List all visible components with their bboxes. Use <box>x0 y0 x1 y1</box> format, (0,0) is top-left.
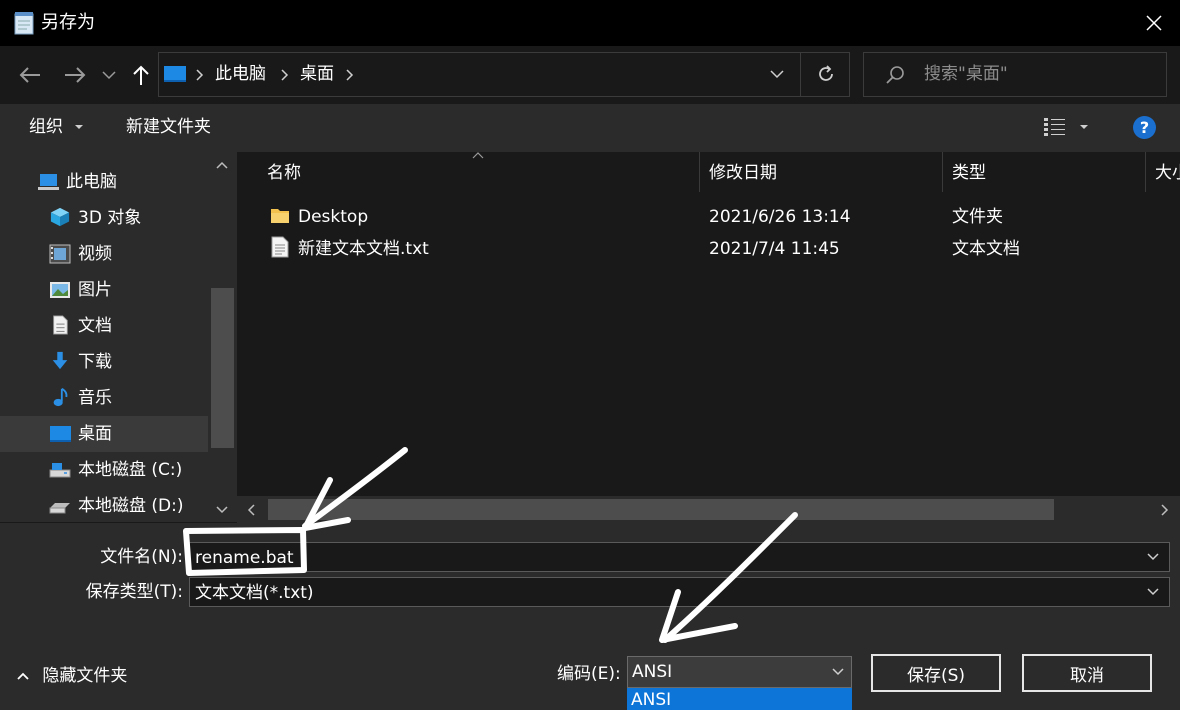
encoding-value: ANSI <box>632 662 673 682</box>
organize-label: 组织 <box>29 117 63 137</box>
file-row[interactable]: 新建文本文档.txt 2021/7/4 11:45 文本文档 <box>265 233 1165 265</box>
music-icon <box>53 388 68 407</box>
title-bar <box>0 0 1180 46</box>
filetype-select[interactable]: 文本文档(*.txt) <box>189 577 1170 607</box>
file-date: 2021/7/4 11:45 <box>709 239 840 259</box>
chevron-down-icon <box>832 668 844 676</box>
folder-icon <box>271 209 289 223</box>
sidebar-item-drive-d[interactable]: 本地磁盘 (D:) <box>0 488 208 522</box>
file-name: 新建文本文档.txt <box>298 239 429 259</box>
encoding-label: 编码(E): <box>557 664 621 684</box>
sort-ascending-icon <box>472 152 484 159</box>
arrow-up-icon <box>133 65 149 85</box>
sidebar-item-this-pc[interactable]: 此电脑 <box>0 164 208 200</box>
filetype-label: 保存类型(T): <box>85 582 183 602</box>
arrow-left-icon <box>19 67 40 83</box>
caret-down-icon <box>75 125 84 129</box>
horizontal-scrollbar-thumb[interactable] <box>268 499 1054 520</box>
column-header-date[interactable]: 修改日期 <box>709 160 777 186</box>
chevron-right-icon <box>196 69 204 81</box>
scroll-down-icon[interactable] <box>215 505 229 515</box>
sidebar-item-videos[interactable]: 视频 <box>0 236 208 272</box>
save-button[interactable]: 保存(S) <box>871 654 1001 692</box>
chevron-down-icon <box>102 71 116 80</box>
chevron-right-icon <box>281 69 289 81</box>
sidebar-item-pictures[interactable]: 图片 <box>0 272 208 308</box>
column-header-type[interactable]: 类型 <box>952 160 986 186</box>
organize-menu[interactable]: 组织 <box>29 114 84 140</box>
refresh-icon[interactable] <box>816 64 836 84</box>
text-file-icon <box>271 236 289 258</box>
breadcrumb-this-pc[interactable]: 此电脑 <box>215 62 266 86</box>
encoding-select[interactable]: ANSI <box>627 656 852 688</box>
search-placeholder[interactable]: 搜索"桌面" <box>924 62 1008 86</box>
pictures-icon <box>50 282 70 298</box>
address-dropdown-icon[interactable] <box>769 68 785 80</box>
search-icon <box>886 66 904 84</box>
details-view-icon <box>1044 118 1065 136</box>
up-button[interactable] <box>126 60 156 90</box>
chevron-right-icon <box>346 69 354 81</box>
navigation-scrollbar-thumb[interactable] <box>211 288 234 448</box>
search-box[interactable] <box>863 52 1167 97</box>
filetype-value: 文本文档(*.txt) <box>195 583 314 603</box>
hide-folders-label: 隐藏文件夹 <box>42 666 128 686</box>
help-button[interactable]: ? <box>1133 116 1156 139</box>
forward-button[interactable] <box>60 60 90 90</box>
download-icon <box>52 351 68 370</box>
recent-locations-button[interactable] <box>96 60 122 90</box>
navigation-pane: 此电脑 3D 对象 视频 图片 文档 下载 音乐 桌面 本地磁盘 (C:) 本地… <box>0 152 237 522</box>
file-name: Desktop <box>298 207 369 227</box>
column-divider[interactable] <box>1145 152 1146 192</box>
close-button[interactable] <box>1134 6 1174 40</box>
notepad-icon <box>14 12 34 35</box>
drive-icon <box>49 503 70 514</box>
hide-folders-toggle[interactable]: 隐藏文件夹 <box>17 663 127 689</box>
column-header-name[interactable]: 名称 <box>267 160 301 186</box>
filename-label: 文件名(N): <box>100 547 183 567</box>
chevron-down-icon[interactable] <box>1145 549 1161 565</box>
file-type: 文本文档 <box>952 239 1020 259</box>
desktop-icon <box>50 426 71 442</box>
sidebar-item-desktop[interactable]: 桌面 <box>0 416 208 452</box>
drive-icon <box>49 463 71 478</box>
divider <box>800 53 801 96</box>
chevron-up-icon <box>17 672 29 680</box>
arrow-right-icon <box>65 67 86 83</box>
cancel-button[interactable]: 取消 <box>1022 654 1152 692</box>
column-header-size[interactable]: 大小 <box>1155 160 1180 186</box>
filename-input[interactable]: rename.bat <box>189 542 1170 572</box>
3d-objects-icon <box>50 207 70 227</box>
breadcrumb-desktop[interactable]: 桌面 <box>300 62 334 86</box>
sidebar-item-downloads[interactable]: 下载 <box>0 344 208 380</box>
documents-icon <box>53 315 68 335</box>
column-divider[interactable] <box>942 152 943 192</box>
filename-value: rename.bat <box>195 548 294 568</box>
back-button[interactable] <box>15 60 45 90</box>
video-icon <box>49 244 71 264</box>
sidebar-item-drive-c[interactable]: 本地磁盘 (C:) <box>0 452 208 488</box>
caret-down-icon <box>1080 125 1088 129</box>
encoding-option-highlighted[interactable]: ANSI <box>627 688 852 710</box>
computer-icon <box>38 174 59 190</box>
sidebar-item-music[interactable]: 音乐 <box>0 380 208 416</box>
scroll-up-icon[interactable] <box>215 160 229 170</box>
column-divider[interactable] <box>699 152 700 192</box>
close-icon <box>1146 15 1162 31</box>
sidebar-item-documents[interactable]: 文档 <box>0 308 208 344</box>
view-options-button[interactable] <box>1043 116 1093 138</box>
window-title: 另存为 <box>41 12 95 33</box>
desktop-icon <box>164 66 186 82</box>
sidebar-item-3d-objects[interactable]: 3D 对象 <box>0 200 208 236</box>
encoding-option-label: ANSI <box>631 690 672 710</box>
file-type: 文件夹 <box>952 207 1003 227</box>
scroll-left-icon[interactable] <box>246 503 256 517</box>
file-row[interactable]: Desktop 2021/6/26 13:14 文件夹 <box>265 201 1165 233</box>
chevron-down-icon <box>1147 588 1159 596</box>
new-folder-button[interactable]: 新建文件夹 <box>126 114 211 140</box>
scroll-right-icon[interactable] <box>1160 503 1170 517</box>
file-date: 2021/6/26 13:14 <box>709 207 851 227</box>
